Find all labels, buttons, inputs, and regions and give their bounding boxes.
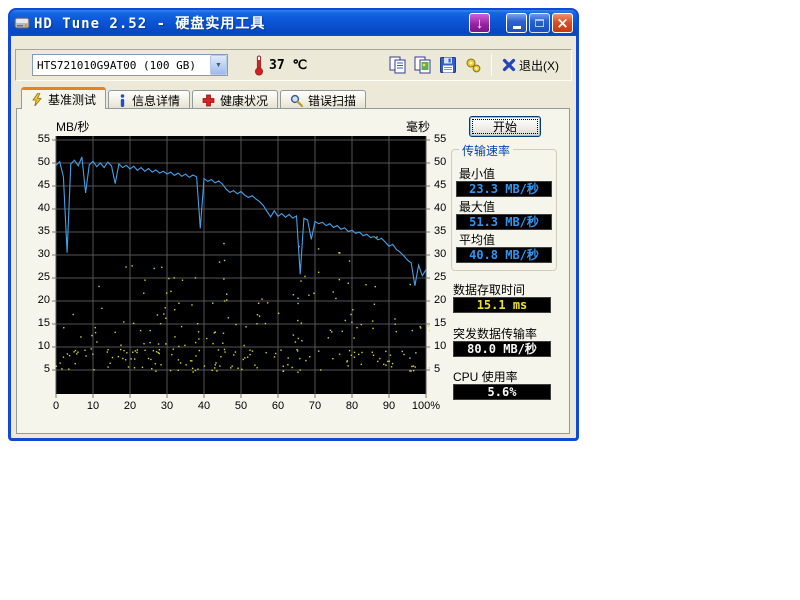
options-button[interactable] — [460, 53, 485, 78]
left-axis-tick: 20 — [27, 294, 50, 306]
left-axis-tick: 10 — [27, 340, 50, 352]
left-axis-tick: 15 — [27, 317, 50, 329]
maximize-button[interactable] — [529, 13, 550, 33]
left-axis-label: MB/秒 — [56, 118, 89, 135]
tab-bar: 基准测试 信息详情 健康状况 错误扫描 — [21, 87, 368, 109]
titlebar[interactable]: HD Tune 2.52 - 硬盘实用工具 ↓ × — [10, 10, 577, 36]
tab-label: 基准测试 — [48, 91, 96, 108]
right-axis-tick: 40 — [434, 202, 457, 214]
benchmark-tab-page: MB/秒 毫秒 开始 传输速率 最小值 23.3 MB/秒 最大值 51.3 M… — [16, 108, 570, 434]
tab-2-health[interactable]: 健康状况 — [192, 90, 278, 109]
x-axis-tick: 40 — [187, 400, 221, 412]
copy-text-button[interactable] — [385, 53, 410, 78]
left-axis-tick: 45 — [27, 179, 50, 191]
plot-canvas — [52, 136, 430, 398]
right-axis-tick: 10 — [434, 340, 457, 352]
close-icon: × — [556, 16, 569, 31]
minimize-icon — [513, 26, 521, 29]
left-axis-tick: 55 — [27, 133, 50, 145]
options-icon — [463, 55, 483, 75]
scan-icon — [290, 94, 303, 107]
x-axis-tick: 100% — [409, 400, 443, 412]
burst-rate-label: 突发数据传输率 — [453, 325, 537, 342]
save-icon — [438, 55, 458, 75]
x-axis-tick: 30 — [150, 400, 184, 412]
max-label: 最大值 — [459, 198, 495, 215]
transfer-rate-group-title: 传输速率 — [459, 142, 513, 159]
max-value: 51.3 MB/秒 — [456, 214, 552, 230]
x-axis-tick: 20 — [113, 400, 147, 412]
min-value: 23.3 MB/秒 — [456, 181, 552, 197]
chevron-down-icon[interactable]: ▼ — [210, 55, 227, 75]
tab-label: 错误扫描 — [308, 92, 356, 109]
left-axis-tick: 5 — [27, 363, 50, 375]
right-axis-tick: 25 — [434, 271, 457, 283]
copy-image-button[interactable] — [410, 53, 435, 78]
toolbar: HTS721010G9AT00 (100 GB) ▼ 37 ℃ — [15, 49, 572, 81]
start-button[interactable]: 开始 — [469, 116, 541, 137]
tab-label: 健康状况 — [220, 92, 268, 109]
cpu-usage-label: CPU 使用率 — [453, 368, 518, 385]
x-axis-tick: 80 — [335, 400, 369, 412]
left-axis-tick: 40 — [27, 202, 50, 214]
copy-text-icon — [388, 55, 408, 75]
maximize-icon — [535, 19, 544, 27]
benchmark-plot — [52, 136, 430, 398]
access-time-value: 15.1 ms — [453, 297, 551, 313]
focus-ring — [472, 119, 538, 134]
right-axis-tick: 30 — [434, 248, 457, 260]
right-axis-label: 毫秒 — [390, 118, 430, 135]
drive-select-value: HTS721010G9AT00 (100 GB) — [33, 59, 210, 72]
avg-value: 40.8 MB/秒 — [456, 247, 552, 263]
left-axis-tick: 30 — [27, 248, 50, 260]
exit-x-icon — [502, 58, 516, 72]
avg-label: 平均值 — [459, 231, 495, 248]
right-axis-tick: 5 — [434, 363, 457, 375]
download-button[interactable]: ↓ — [469, 13, 490, 33]
hard-drive-icon — [14, 15, 30, 31]
thermometer-icon — [254, 54, 264, 76]
health-icon — [202, 94, 215, 107]
left-axis-tick: 35 — [27, 225, 50, 237]
right-axis-tick: 15 — [434, 317, 457, 329]
exit-button[interactable]: 退出(X) — [498, 55, 563, 76]
benchmark-icon — [31, 93, 43, 106]
x-axis-tick: 90 — [372, 400, 406, 412]
tab-0-benchmark[interactable]: 基准测试 — [21, 87, 106, 109]
right-axis-tick: 35 — [434, 225, 457, 237]
right-axis-tick: 50 — [434, 156, 457, 168]
tab-label: 信息详情 — [132, 92, 180, 109]
x-axis-tick: 0 — [39, 400, 73, 412]
hdtune-window: HD Tune 2.52 - 硬盘实用工具 ↓ × HTS721010G9AT0… — [8, 8, 579, 441]
tab-3-scan[interactable]: 错误扫描 — [280, 90, 366, 109]
copy-image-icon — [413, 55, 433, 75]
toolbar-separator — [491, 54, 492, 76]
save-button[interactable] — [435, 53, 460, 78]
minimize-button[interactable] — [506, 13, 527, 33]
cpu-usage-value: 5.6% — [453, 384, 551, 400]
close-button[interactable]: × — [552, 13, 573, 33]
right-axis-tick: 20 — [434, 294, 457, 306]
tab-1-info[interactable]: 信息详情 — [108, 90, 190, 109]
temperature-indicator: 37 ℃ — [254, 54, 307, 76]
min-label: 最小值 — [459, 165, 495, 182]
x-axis-tick: 10 — [76, 400, 110, 412]
info-icon — [118, 94, 127, 107]
x-axis-tick: 70 — [298, 400, 332, 412]
temperature-value: 37 ℃ — [269, 58, 307, 73]
x-axis-tick: 50 — [224, 400, 258, 412]
left-axis-tick: 50 — [27, 156, 50, 168]
exit-label: 退出(X) — [519, 57, 559, 74]
down-arrow-icon: ↓ — [476, 16, 484, 31]
window-title: HD Tune 2.52 - 硬盘实用工具 — [34, 13, 265, 33]
right-axis-tick: 55 — [434, 133, 457, 145]
access-time-label: 数据存取时间 — [453, 281, 525, 298]
left-axis-tick: 25 — [27, 271, 50, 283]
window-body: HTS721010G9AT00 (100 GB) ▼ 37 ℃ — [11, 36, 576, 437]
right-axis-tick: 45 — [434, 179, 457, 191]
drive-select[interactable]: HTS721010G9AT00 (100 GB) ▼ — [32, 54, 228, 76]
burst-rate-value: 80.0 MB/秒 — [453, 341, 551, 357]
x-axis-tick: 60 — [261, 400, 295, 412]
